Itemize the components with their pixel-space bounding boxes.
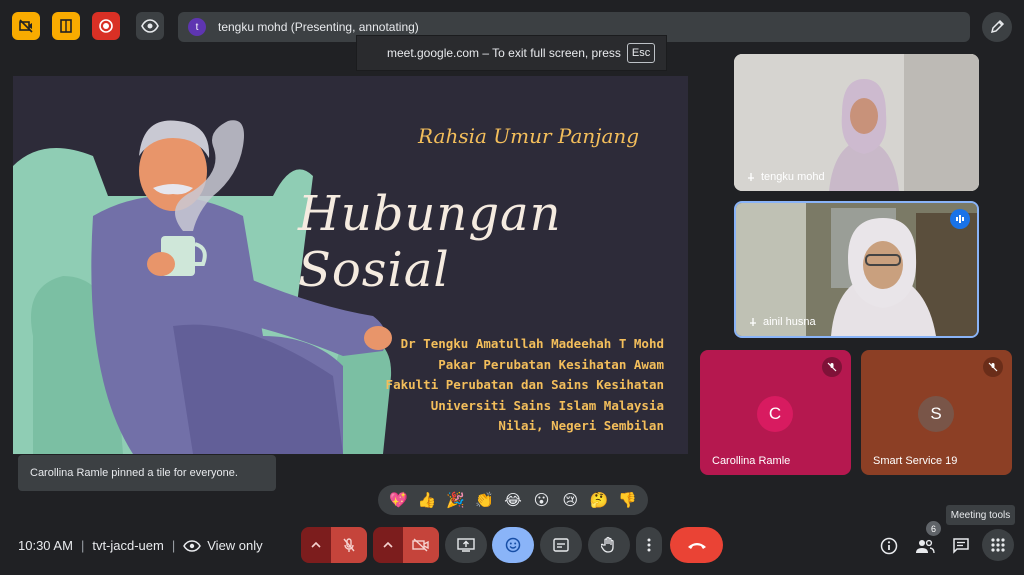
meeting-details-button[interactable] bbox=[876, 533, 902, 559]
chevron-up-icon bbox=[311, 541, 321, 548]
door-icon bbox=[60, 19, 72, 33]
camera-off-button[interactable] bbox=[12, 12, 40, 40]
slide-subtitle: Rahsia Umur Panjang bbox=[418, 124, 640, 148]
credit-line: Dr Tengku Amatullah Madeehah T Mohd bbox=[400, 336, 664, 351]
credit-line: Universiti Sains Islam Malaysia bbox=[430, 397, 664, 413]
hand-icon bbox=[601, 536, 614, 553]
reaction-clap[interactable]: 👏 bbox=[473, 491, 495, 509]
eye-icon bbox=[183, 539, 202, 552]
more-options-button[interactable] bbox=[636, 527, 662, 563]
reactions-bar: 💖 👍 🎉 👏 😂 😮 😢 🤔 👎 bbox=[378, 485, 648, 515]
participant-tile[interactable]: C Carollina Ramle bbox=[700, 350, 851, 475]
emoji-icon bbox=[505, 537, 521, 553]
mic-off-icon bbox=[988, 362, 998, 372]
captions-icon bbox=[553, 538, 569, 552]
fullscreen-toast-text: meet.google.com – To exit full screen, p… bbox=[387, 46, 621, 60]
credit-line: Pakar Perubatan Kesihatan Awam bbox=[438, 356, 664, 372]
pin-icon bbox=[750, 318, 756, 326]
leave-call-button[interactable] bbox=[670, 527, 723, 563]
reaction-party[interactable]: 🎉 bbox=[445, 491, 467, 509]
meeting-tools-button[interactable] bbox=[982, 529, 1014, 561]
end-call-icon bbox=[687, 543, 706, 549]
raise-hand-button[interactable] bbox=[588, 527, 630, 563]
slide-title: Hubungan Sosial bbox=[298, 186, 562, 298]
participant-name: tengku mohd bbox=[746, 171, 825, 183]
pen-icon bbox=[990, 19, 1005, 34]
camera-off-icon bbox=[19, 19, 33, 33]
reactions-button[interactable] bbox=[492, 527, 534, 563]
record-icon bbox=[99, 19, 113, 33]
reaction-heart[interactable]: 💖 bbox=[387, 491, 409, 509]
meeting-info: 10:30 AM | tvt-jacd-uem | View only bbox=[18, 538, 263, 553]
people-icon bbox=[916, 539, 935, 554]
muted-indicator bbox=[983, 357, 1003, 377]
reaction-surprised[interactable]: 😮 bbox=[531, 491, 553, 509]
participant-name: Smart Service 19 bbox=[873, 455, 957, 467]
participant-tile[interactable]: tengku mohd bbox=[734, 54, 979, 191]
participant-name: ainil husna bbox=[748, 316, 816, 328]
separator: | bbox=[80, 538, 85, 553]
slide-credits: Dr Tengku Amatullah Madeehah T Mohd Paka… bbox=[386, 334, 664, 437]
participant-avatar: S bbox=[918, 396, 954, 432]
participant-name-text: ainil husna bbox=[763, 316, 816, 328]
mic-off-icon bbox=[343, 538, 355, 552]
pin-notification: Carollina Ramle pinned a tile for everyo… bbox=[18, 455, 276, 491]
participant-name-text: Carollina Ramle bbox=[712, 455, 791, 467]
muted-indicator bbox=[822, 357, 842, 377]
participant-avatar: C bbox=[757, 396, 793, 432]
mic-toggle-button[interactable] bbox=[331, 527, 367, 563]
present-icon bbox=[457, 538, 475, 552]
present-button[interactable] bbox=[445, 527, 487, 563]
participant-tile[interactable]: S Smart Service 19 bbox=[861, 350, 1012, 475]
participant-tile[interactable]: ainil husna bbox=[734, 201, 979, 338]
chevron-up-icon bbox=[383, 541, 393, 548]
more-vert-icon bbox=[647, 538, 651, 552]
speaking-indicator bbox=[950, 209, 970, 229]
clock: 10:30 AM bbox=[18, 538, 73, 553]
reaction-laugh[interactable]: 😂 bbox=[502, 491, 524, 509]
participant-name-text: Smart Service 19 bbox=[873, 455, 958, 467]
view-button[interactable] bbox=[136, 12, 164, 40]
chat-button[interactable] bbox=[948, 533, 974, 559]
annotate-button[interactable] bbox=[982, 12, 1012, 42]
camera-off-icon bbox=[412, 538, 429, 552]
reaction-thumbs-up[interactable]: 👍 bbox=[416, 491, 438, 509]
credit-line: Nilai, Negeri Sembilan bbox=[498, 418, 664, 433]
separator: | bbox=[171, 538, 176, 553]
meeting-tools-tooltip: Meeting tools bbox=[946, 505, 1015, 525]
reaction-sad[interactable]: 😢 bbox=[559, 491, 581, 509]
meeting-code: tvt-jacd-uem bbox=[92, 538, 164, 553]
view-mode: View only bbox=[207, 538, 263, 553]
presentation-slide: Rahsia Umur Panjang Hubungan Sosial Dr T… bbox=[13, 76, 688, 454]
chat-icon bbox=[953, 538, 969, 554]
mic-off-icon bbox=[827, 362, 837, 372]
participant-name: Carollina Ramle bbox=[712, 455, 790, 467]
info-icon bbox=[880, 537, 898, 555]
captions-button[interactable] bbox=[540, 527, 582, 563]
reaction-thumbs-down[interactable]: 👎 bbox=[617, 491, 639, 509]
pin-icon bbox=[748, 173, 754, 181]
eye-icon bbox=[141, 19, 159, 33]
credit-line: Fakulti Perubatan dan Sains Kesihatan bbox=[385, 377, 664, 392]
people-button[interactable] bbox=[912, 533, 938, 559]
participant-name-text: tengku mohd bbox=[761, 171, 825, 183]
mic-options-button[interactable] bbox=[301, 527, 331, 563]
reaction-thinking[interactable]: 🤔 bbox=[588, 491, 610, 509]
esc-key: Esc bbox=[626, 43, 656, 63]
fullscreen-toast: meet.google.com – To exit full screen, p… bbox=[356, 35, 667, 71]
apps-grid-icon bbox=[991, 538, 1005, 552]
recording-button[interactable] bbox=[92, 12, 120, 40]
meeting-room-button[interactable] bbox=[52, 12, 80, 40]
camera-toggle-button[interactable] bbox=[403, 527, 439, 563]
audio-wave-icon bbox=[956, 215, 964, 223]
presenting-text: tengku mohd (Presenting, annotating) bbox=[218, 20, 419, 34]
camera-options-button[interactable] bbox=[373, 527, 403, 563]
presenter-avatar: t bbox=[188, 18, 206, 36]
